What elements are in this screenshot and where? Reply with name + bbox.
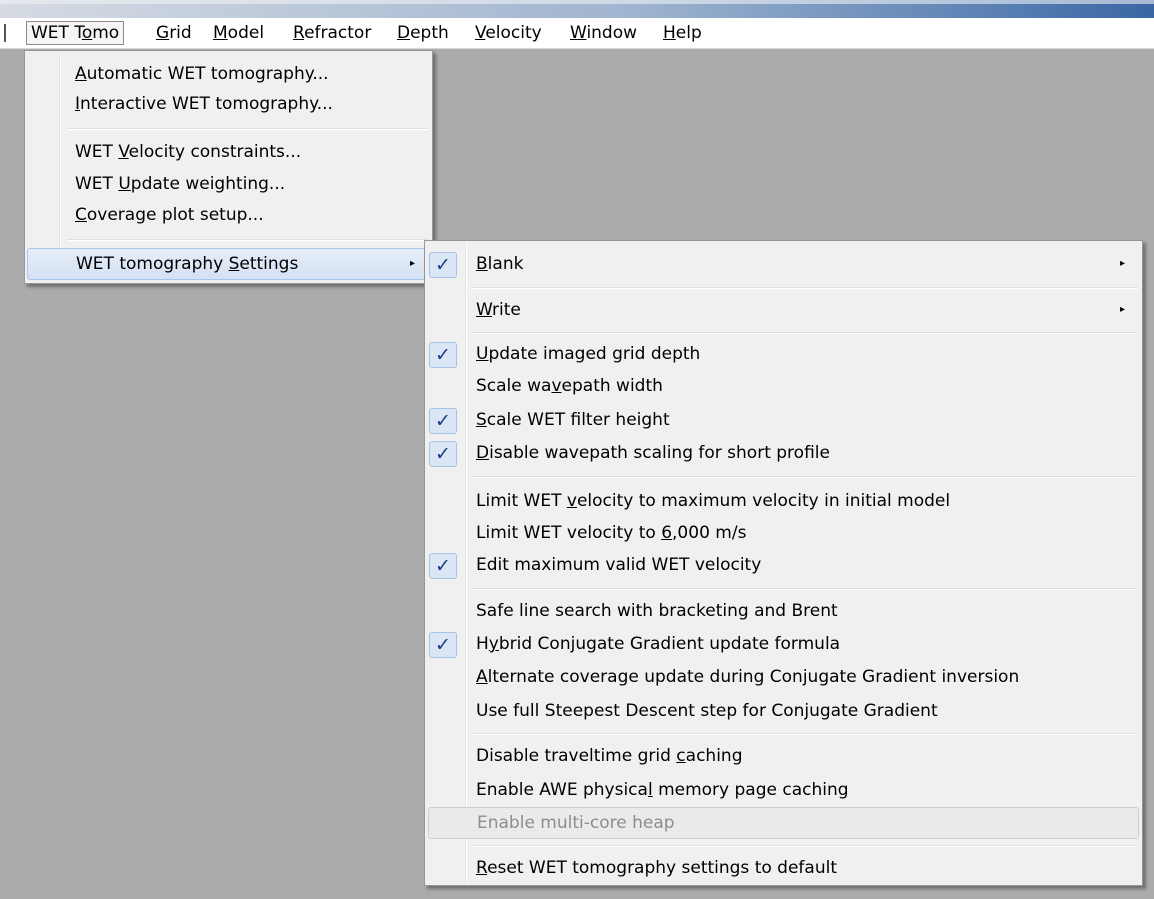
menu-item-alternate-coverage-update[interactable]: Alternate coverage update during Conjuga… bbox=[428, 662, 1139, 692]
menu-grid[interactable]: Grid bbox=[152, 18, 196, 48]
menu-depth[interactable]: Depth bbox=[393, 18, 453, 48]
menu-separator bbox=[471, 845, 1138, 847]
menu-item-blank[interactable]: ✓ Blank ▸ bbox=[428, 249, 1139, 279]
menu-window[interactable]: Window bbox=[566, 18, 641, 48]
menu-item-interactive-wet-tomography[interactable]: Interactive WET tomography... bbox=[27, 89, 430, 119]
title-strip bbox=[0, 0, 1154, 18]
menu-item-update-imaged-grid-depth[interactable]: ✓ Update imaged grid depth bbox=[428, 339, 1139, 369]
menu-item-full-steepest-descent[interactable]: Use full Steepest Descent step for Conju… bbox=[428, 696, 1139, 726]
wet-settings-submenu: ✓ Blank ▸ Write ▸ ✓ Update imaged grid depth… bbox=[424, 240, 1143, 886]
menu-item-scale-wavepath-width[interactable]: Scale wavepath width bbox=[428, 371, 1139, 401]
checkmark-icon: ✓ bbox=[429, 252, 457, 278]
menu-item-wet-velocity-constraints[interactable]: WET Velocity constraints... bbox=[27, 137, 430, 167]
menu-bar: WET Tomo Grid Model Refractor Depth Velo… bbox=[0, 18, 1154, 49]
title-strip-shade bbox=[0, 0, 1154, 4]
menu-separator bbox=[471, 332, 1138, 334]
menu-item-wet-update-weighting[interactable]: WET Update weighting... bbox=[27, 169, 430, 199]
menu-separator bbox=[471, 733, 1138, 735]
menu-refractor[interactable]: Refractor bbox=[289, 18, 375, 48]
submenu-arrow-icon: ▸ bbox=[409, 258, 415, 269]
menu-item-disable-wavepath-scaling[interactable]: ✓ Disable wavepath scaling for short prof… bbox=[428, 438, 1139, 468]
menu-bar-edge bbox=[4, 24, 6, 42]
menu-item-safe-line-search[interactable]: Safe line search with bracketing and Bre… bbox=[428, 596, 1139, 626]
menu-item-limit-velocity-6000[interactable]: Limit WET velocity to 6,000 m/s bbox=[428, 518, 1139, 548]
menu-item-limit-velocity-initial-model[interactable]: Limit WET velocity to maximum velocity i… bbox=[428, 486, 1139, 516]
menu-separator bbox=[471, 476, 1138, 478]
checkmark-icon: ✓ bbox=[429, 632, 457, 658]
menu-separator bbox=[67, 128, 428, 130]
menu-item-write[interactable]: Write ▸ bbox=[428, 295, 1139, 325]
menu-item-coverage-plot-setup[interactable]: Coverage plot setup... bbox=[27, 200, 430, 230]
menu-item-automatic-wet-tomography[interactable]: Automatic WET tomography... bbox=[27, 59, 430, 89]
menu-item-wet-tomography-settings[interactable]: WET tomography Settings ▸ bbox=[27, 248, 430, 280]
menu-item-disable-traveltime-caching[interactable]: Disable traveltime grid caching bbox=[428, 741, 1139, 771]
wet-tomo-dropdown: Automatic WET tomography... Interactive … bbox=[24, 50, 433, 284]
submenu-arrow-icon: ▸ bbox=[1119, 258, 1125, 269]
menu-model[interactable]: Model bbox=[209, 18, 268, 48]
menu-item-edit-max-valid-velocity[interactable]: ✓ Edit maximum valid WET velocity bbox=[428, 550, 1139, 580]
menu-separator bbox=[67, 239, 428, 241]
menu-item-enable-awe-caching[interactable]: Enable AWE physical memory page caching bbox=[428, 775, 1139, 805]
submenu-arrow-icon: ▸ bbox=[1119, 304, 1125, 315]
menu-item-hybrid-conjugate-gradient[interactable]: ✓ Hybrid Conjugate Gradient update formul… bbox=[428, 629, 1139, 659]
menu-item-scale-wet-filter-height[interactable]: ✓ Scale WET filter height bbox=[428, 405, 1139, 435]
checkmark-icon: ✓ bbox=[429, 342, 457, 368]
menu-separator bbox=[471, 588, 1138, 590]
checkmark-icon: ✓ bbox=[429, 553, 457, 579]
menu-help[interactable]: Help bbox=[659, 18, 706, 48]
menu-velocity[interactable]: Velocity bbox=[471, 18, 546, 48]
menu-separator bbox=[471, 287, 1138, 289]
menu-item-enable-multi-core-heap[interactable]: Enable multi-core heap bbox=[428, 807, 1139, 839]
menu-item-reset-settings[interactable]: Reset WET tomography settings to default bbox=[428, 853, 1139, 883]
checkmark-icon: ✓ bbox=[429, 408, 457, 434]
checkmark-icon: ✓ bbox=[429, 441, 457, 467]
menu-wet-tomo[interactable]: WET Tomo bbox=[26, 21, 125, 45]
